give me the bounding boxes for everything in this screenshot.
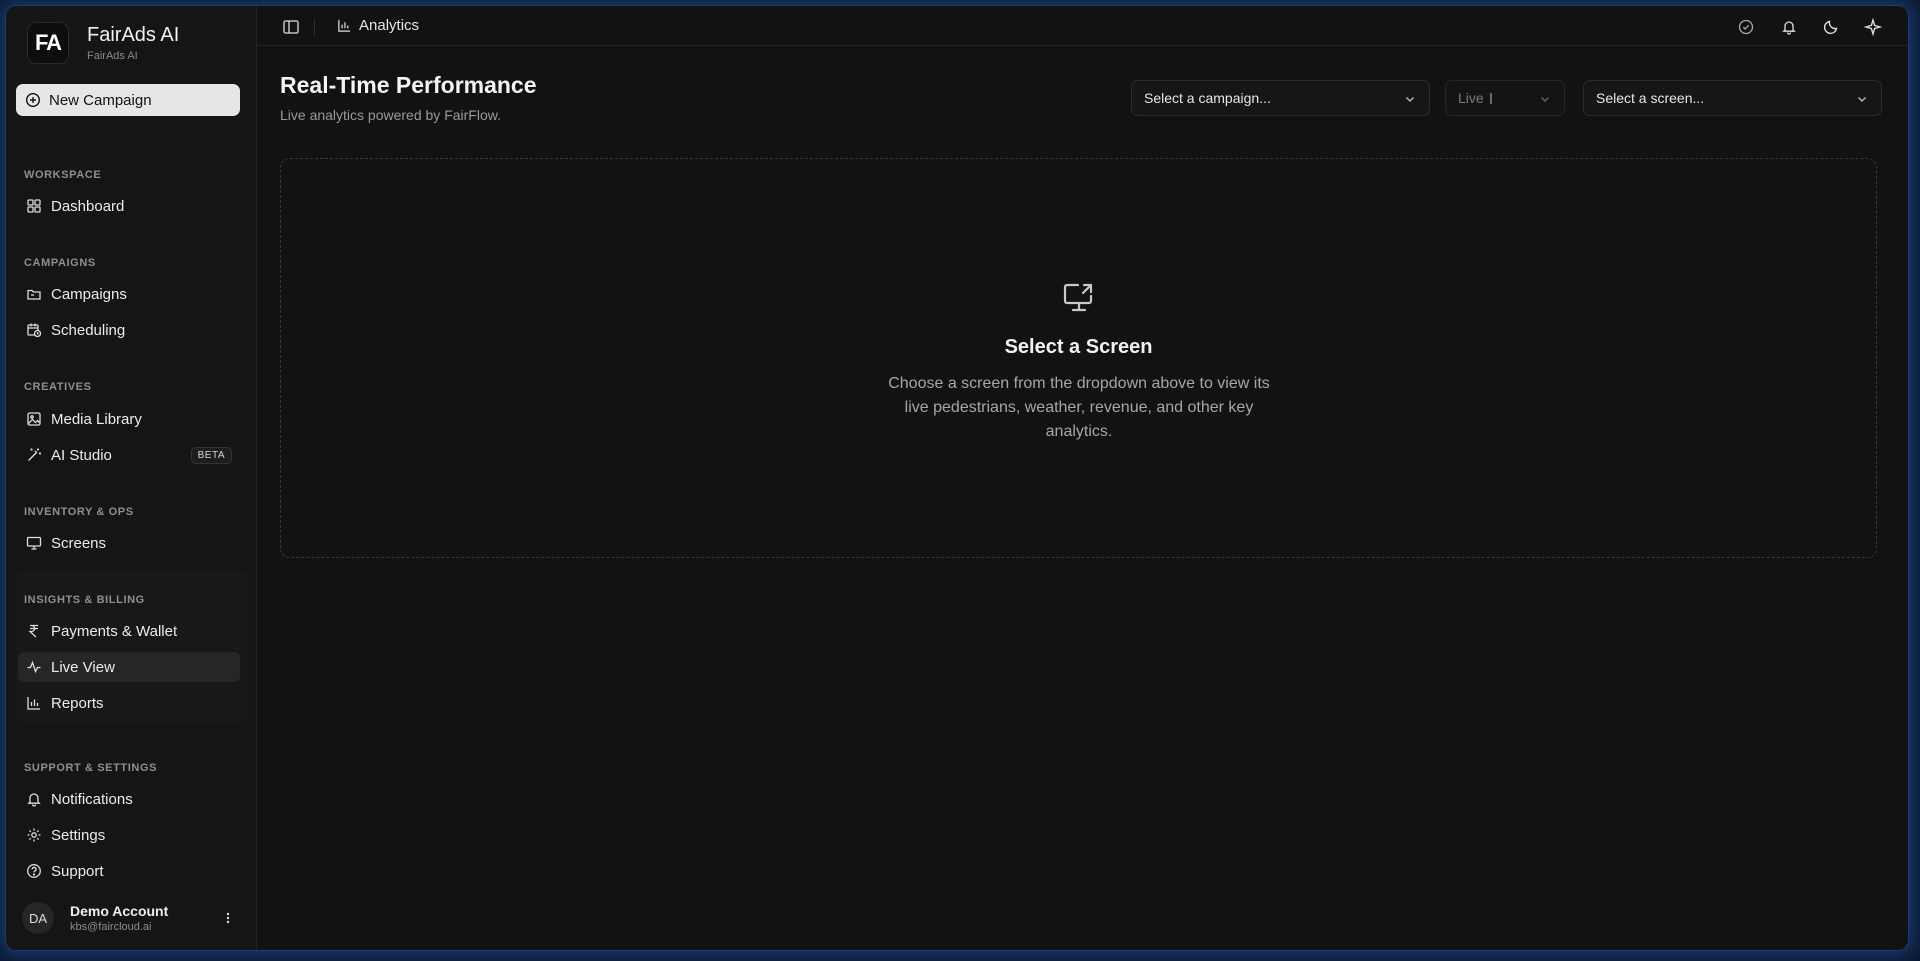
screen-share-icon <box>1063 283 1093 312</box>
sidebar-item-reports[interactable]: Reports <box>18 688 240 718</box>
section-label-creatives: CREATIVES <box>24 381 92 393</box>
sidebar-item-ai-studio[interactable]: AI Studio BETA <box>18 440 240 470</box>
account-name: Demo Account <box>70 903 169 919</box>
new-campaign-label: New Campaign <box>49 91 152 109</box>
sidebar-item-live-view[interactable]: Live View <box>18 652 240 682</box>
check-circle-icon[interactable] <box>1737 18 1755 36</box>
calendar-clock-icon <box>27 323 42 338</box>
bar-chart-icon <box>338 19 351 32</box>
section-label-workspace: WORKSPACE <box>24 169 102 181</box>
sidebar-item-label: Live View <box>51 658 115 676</box>
sidebar-item-payments-wallet[interactable]: Payments & Wallet <box>18 616 240 646</box>
mode-select[interactable]: Live <box>1445 80 1565 116</box>
rupee-icon <box>28 624 38 638</box>
chevron-down-icon <box>1541 97 1549 102</box>
brand-subtitle: FairAds AI <box>87 50 138 62</box>
magic-wand-icon <box>28 448 41 461</box>
page-subtitle: Live analytics powered by FairFlow. <box>280 107 501 123</box>
sidebar-item-label: Campaigns <box>51 285 127 303</box>
sidebar-item-label: Screens <box>51 534 107 552</box>
sidebar-item-label: Media Library <box>51 410 142 428</box>
sidebar-item-scheduling[interactable]: Scheduling <box>18 315 240 345</box>
breadcrumb: Analytics <box>337 17 419 34</box>
sidebar-item-settings[interactable]: Settings <box>18 820 240 850</box>
brand[interactable]: FA FairAds AI FairAds AI <box>27 22 179 64</box>
chevron-down-icon <box>1858 97 1866 102</box>
brand-text: FairAds AI FairAds AI <box>87 24 179 62</box>
sidebar-item-label: Dashboard <box>51 197 125 215</box>
dashboard-icon <box>27 199 41 213</box>
page-title: Real-Time Performance <box>280 72 537 98</box>
plus-circle-icon <box>25 92 41 108</box>
help-circle-icon <box>27 864 41 878</box>
topbar-divider <box>314 18 315 36</box>
sidebar-item-notifications[interactable]: Notifications <box>18 784 240 814</box>
sidebar: FA FairAds AI FairAds AI New Campaign WO… <box>6 6 257 950</box>
new-campaign-button[interactable]: New Campaign <box>16 84 240 116</box>
beta-badge: BETA <box>190 446 232 464</box>
account-email: kbs@faircloud.ai <box>70 921 152 933</box>
top-bar: Analytics <box>257 6 1908 46</box>
live-indicator <box>1489 92 1492 104</box>
sidebar-item-label: Payments & Wallet <box>51 622 178 640</box>
section-label-support-settings: SUPPORT & SETTINGS <box>24 762 158 774</box>
brand-logo: FA <box>27 22 69 64</box>
sidebar-item-label: AI Studio <box>51 446 112 464</box>
screen-select-value: Select a screen... <box>1596 90 1705 106</box>
campaign-select-value: Select a campaign... <box>1144 90 1271 106</box>
bar-chart-icon <box>27 697 40 710</box>
section-label-campaigns: CAMPAIGNS <box>24 257 96 269</box>
section-label-inventory-ops: INVENTORY & OPS <box>24 506 134 518</box>
more-vertical-icon[interactable] <box>220 910 236 926</box>
sidebar-item-label: Scheduling <box>51 321 126 339</box>
sidebar-item-media-library[interactable]: Media Library <box>18 404 240 434</box>
screen-select[interactable]: Select a screen... <box>1583 80 1882 116</box>
bell-icon[interactable] <box>1780 18 1798 36</box>
account-text: Demo Account kbs@faircloud.ai <box>70 903 168 933</box>
sidebar-toggle-icon[interactable] <box>282 18 300 36</box>
sidebar-item-dashboard[interactable]: Dashboard <box>18 191 240 221</box>
mode-select-value: Live <box>1458 90 1484 106</box>
brand-name: FairAds AI <box>87 24 180 46</box>
sidebar-item-support[interactable]: Support <box>18 856 240 886</box>
image-icon <box>27 412 41 426</box>
sparkle-icon[interactable] <box>1864 18 1882 36</box>
section-label-insights-billing: INSIGHTS & BILLING <box>24 594 145 606</box>
empty-state-title: Select a Screen <box>1004 336 1153 358</box>
app-window: FA FairAds AI FairAds AI New Campaign WO… <box>6 6 1908 950</box>
empty-state-description: Choose a screen from the dropdown above … <box>888 375 1270 440</box>
folder-icon <box>27 289 41 300</box>
horizontal-scrollbar[interactable] <box>259 944 1908 950</box>
campaign-select[interactable]: Select a campaign... <box>1131 80 1430 116</box>
bell-icon <box>27 793 41 807</box>
empty-state-panel: Select a Screen Choose a screen from the… <box>280 158 1877 558</box>
chevron-down-icon <box>1406 97 1414 102</box>
sidebar-item-label: Support <box>51 862 104 880</box>
sidebar-item-label: Reports <box>51 694 104 712</box>
avatar: DA <box>22 902 54 934</box>
activity-icon <box>27 660 41 674</box>
sidebar-item-label: Settings <box>51 826 106 844</box>
breadcrumb-label: Analytics <box>359 17 420 34</box>
gear-icon <box>27 828 41 842</box>
moon-icon[interactable] <box>1822 18 1840 36</box>
main-content: Analytics Real-Time Performance Live ana… <box>257 6 1908 950</box>
sidebar-item-screens[interactable]: Screens <box>18 528 240 558</box>
sidebar-item-campaigns[interactable]: Campaigns <box>18 279 240 309</box>
sidebar-item-label: Notifications <box>51 790 133 808</box>
monitor-icon <box>26 536 42 550</box>
account-menu[interactable]: DA Demo Account kbs@faircloud.ai <box>22 902 242 934</box>
